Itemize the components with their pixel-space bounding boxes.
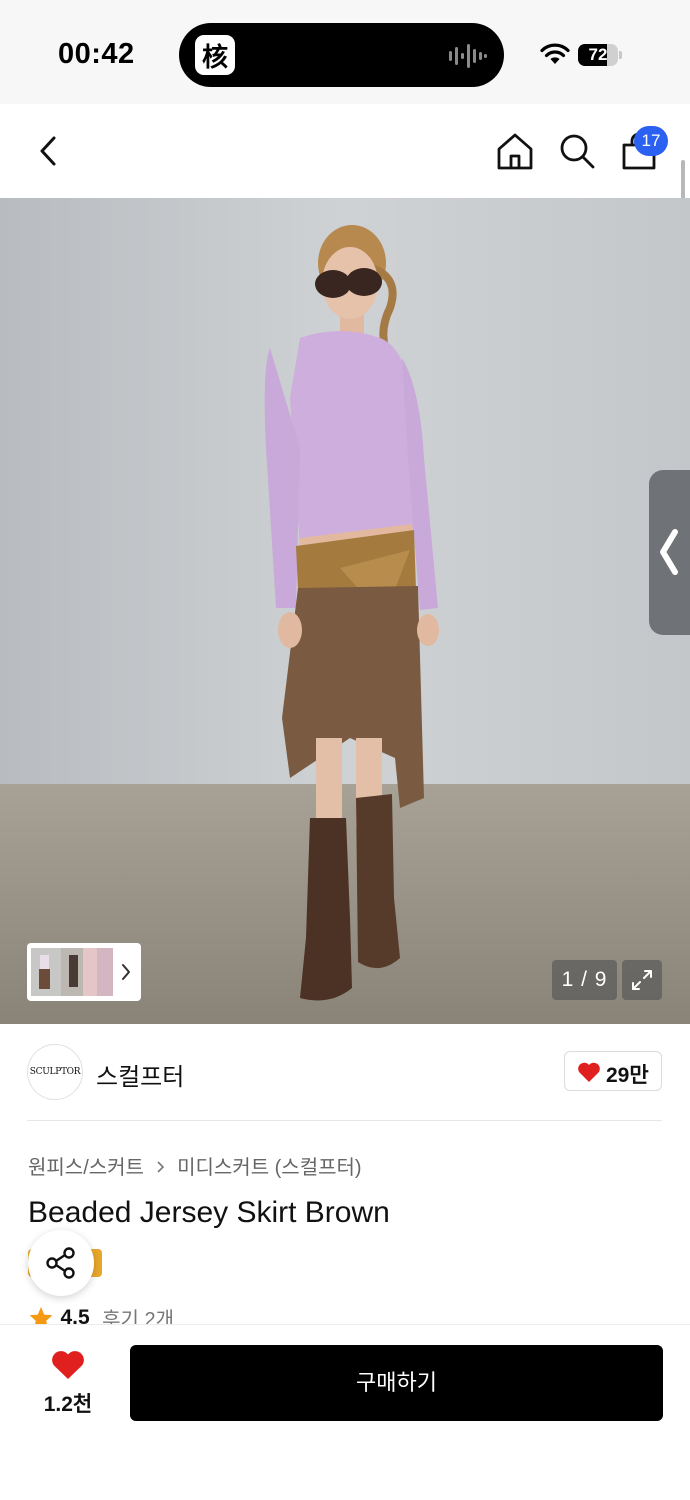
expand-button[interactable] [622, 960, 662, 1000]
brand-name[interactable]: 스컬프터 [96, 1057, 184, 1092]
cart-count-badge[interactable]: 17 [634, 126, 668, 156]
island-app-icon: 核 [195, 35, 235, 75]
breadcrumb-separator-icon [156, 1157, 166, 1180]
product-photo [0, 198, 690, 1024]
brand-logo[interactable]: SCULPTOR [27, 1044, 83, 1100]
wishlist-heart-icon[interactable] [50, 1349, 86, 1381]
divider [27, 1120, 662, 1121]
thumbnail-strip[interactable] [27, 943, 141, 1001]
brand-logo-text: SCULPTOR [29, 1067, 81, 1077]
audio-waveform-icon [449, 44, 487, 68]
share-button[interactable] [28, 1230, 94, 1296]
home-icon[interactable] [494, 130, 536, 172]
share-icon [46, 1247, 75, 1279]
thumbnail-previews [31, 948, 130, 996]
back-chevron-icon[interactable] [32, 130, 66, 172]
side-panel-handle[interactable] [649, 470, 690, 635]
battery-indicator: 72 [578, 44, 622, 66]
buy-button[interactable]: 구매하기 [130, 1345, 663, 1421]
breadcrumb-subcategory[interactable]: 미디스커트 (스컬프터) [177, 1157, 361, 1179]
brand-like-button[interactable]: 29만 [564, 1051, 662, 1091]
brand-like-count: 29만 [606, 1064, 649, 1087]
gallery-counter: 1 / 9 [552, 960, 617, 1000]
breadcrumb: 원피스/스커트 미디스커트 (스컬프터) [28, 1151, 362, 1180]
expand-icon [632, 970, 652, 990]
chevron-left-icon [660, 529, 678, 575]
wishlist-count: 1.2천 [43, 1393, 93, 1416]
search-icon[interactable] [556, 130, 598, 172]
status-bar: 00:42 核 72 [0, 0, 690, 104]
product-image[interactable]: 1 / 9 [0, 198, 690, 1024]
wifi-icon [540, 43, 570, 64]
dynamic-island: 核 [179, 23, 504, 87]
status-time: 00:42 [58, 38, 135, 70]
battery-percent: 72 [588, 45, 608, 64]
breadcrumb-category[interactable]: 원피스/스커트 [28, 1157, 144, 1179]
product-title: Beaded Jersey Skirt Brown [28, 1196, 390, 1229]
heart-icon [578, 1062, 600, 1082]
